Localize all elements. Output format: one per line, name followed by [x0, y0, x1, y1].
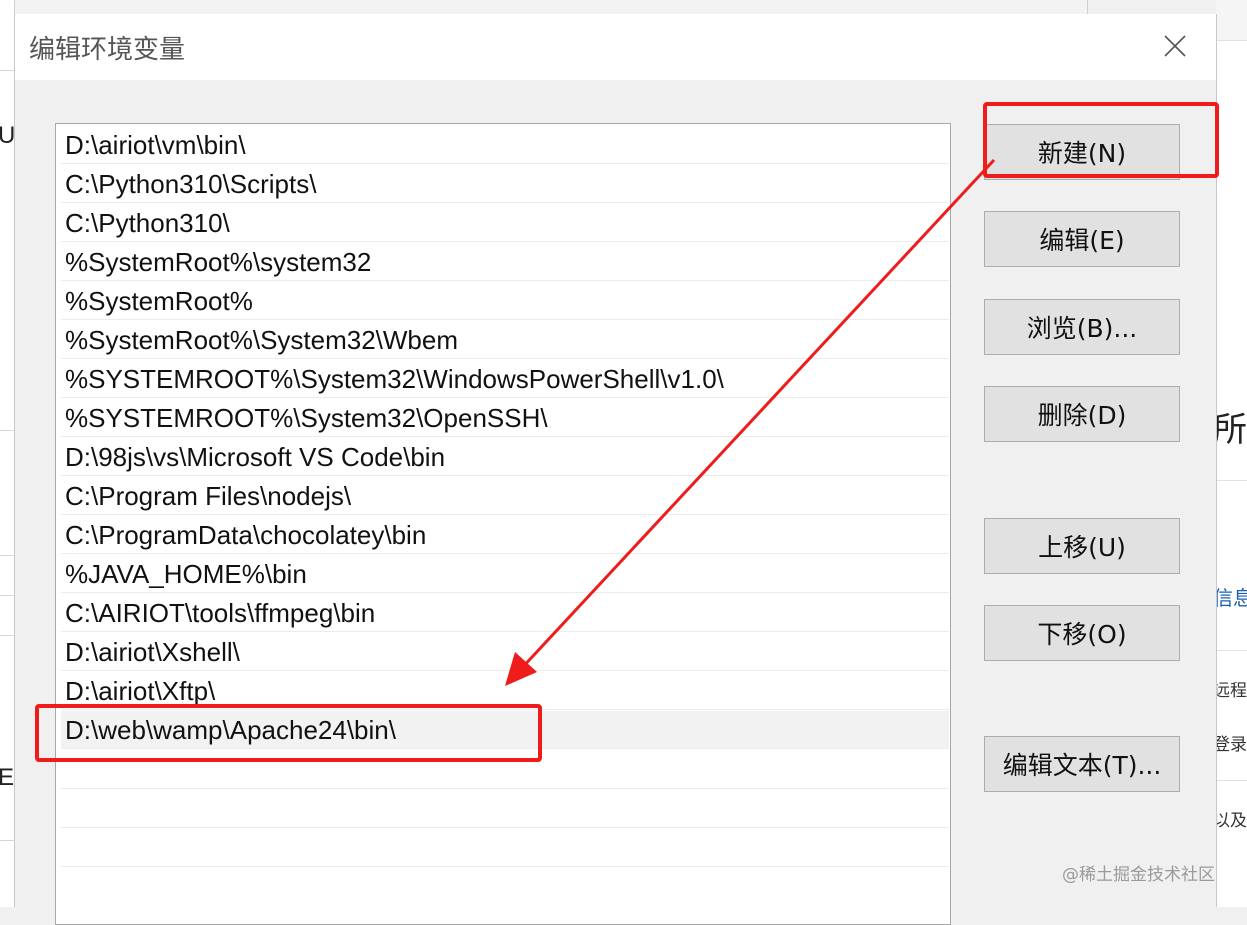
- divider: [0, 635, 14, 636]
- close-button[interactable]: [1153, 26, 1197, 66]
- path-list-item[interactable]: %JAVA_HOME%\bin: [61, 555, 949, 593]
- background-window-top: [14, 0, 1088, 14]
- background-text-fragment: 登录: [1216, 735, 1247, 754]
- background-window-right: 所 信息 远程 登录 以及: [1216, 0, 1247, 907]
- title-bar: 编辑环境变量: [15, 14, 1216, 80]
- divider: [1216, 480, 1247, 481]
- path-list-item[interactable]: C:\Python310\: [61, 204, 949, 242]
- divider: [0, 555, 14, 556]
- move-down-button[interactable]: 下移(O): [984, 605, 1180, 661]
- browse-button[interactable]: 浏览(B)...: [984, 299, 1180, 355]
- path-list-item[interactable]: %SYSTEMROOT%\System32\OpenSSH\: [61, 399, 949, 437]
- move-up-button[interactable]: 上移(U): [984, 518, 1180, 574]
- watermark: @稀土掘金技术社区: [1062, 865, 1215, 885]
- annotation-highlight-new-entry: [35, 704, 542, 762]
- close-icon: [1164, 35, 1186, 57]
- path-list[interactable]: D:\airiot\vm\bin\ C:\Python310\Scripts\ …: [55, 123, 951, 925]
- annotation-highlight-new-button: [983, 102, 1219, 178]
- divider: [1216, 650, 1247, 651]
- path-list-item[interactable]: %SystemRoot%\System32\Wbem: [61, 321, 949, 359]
- divider: [1216, 780, 1247, 781]
- empty-row-line: [61, 827, 949, 828]
- path-list-item[interactable]: C:\ProgramData\chocolatey\bin: [61, 516, 949, 554]
- edit-text-button[interactable]: 编辑文本(T)...: [984, 736, 1180, 792]
- dialog-title: 编辑环境变量: [29, 34, 186, 64]
- empty-row-line: [61, 788, 949, 789]
- path-list-item[interactable]: %SYSTEMROOT%\System32\WindowsPowerShell\…: [61, 360, 949, 398]
- path-list-item[interactable]: %SystemRoot%\system32: [61, 243, 949, 281]
- background-text-fragment: 所: [1216, 411, 1247, 449]
- path-list-item[interactable]: C:\Program Files\nodejs\: [61, 477, 949, 515]
- background-text-fragment: 以及: [1216, 811, 1247, 830]
- background-text-fragment: 远程: [1216, 681, 1247, 700]
- divider: [0, 430, 14, 431]
- divider: [0, 595, 14, 596]
- delete-button[interactable]: 删除(D): [984, 386, 1180, 442]
- background-link-fragment: 信息: [1216, 588, 1247, 610]
- path-list-item[interactable]: C:\Python310\Scripts\: [61, 165, 949, 203]
- edit-button[interactable]: 编辑(E): [984, 211, 1180, 267]
- background-strip: [1216, 0, 1247, 41]
- empty-row-line: [61, 866, 949, 867]
- path-list-item[interactable]: D:\98js\vs\Microsoft VS Code\bin: [61, 438, 949, 476]
- divider: [0, 70, 14, 71]
- background-window-left: U E:: [0, 0, 21, 907]
- path-list-item[interactable]: D:\airiot\Xshell\: [61, 633, 949, 671]
- path-list-item[interactable]: C:\AIRIOT\tools\ffmpeg\bin: [61, 594, 949, 632]
- path-list-item[interactable]: D:\airiot\vm\bin\: [61, 126, 949, 164]
- divider: [0, 840, 14, 841]
- path-list-item[interactable]: %SystemRoot%: [61, 282, 949, 320]
